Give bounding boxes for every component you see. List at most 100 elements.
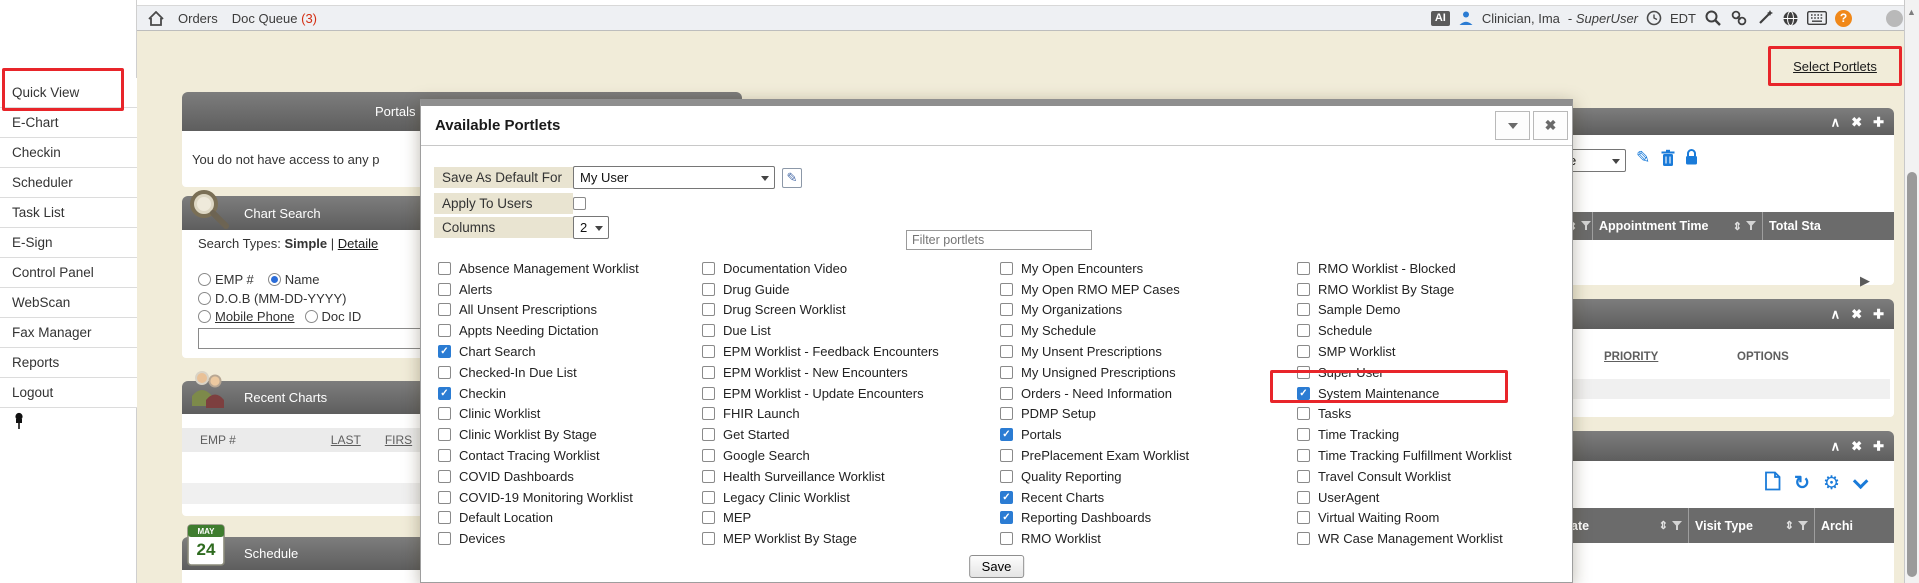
- checkbox-icon[interactable]: [1297, 324, 1310, 337]
- sort-icon[interactable]: ⇕: [1785, 519, 1794, 532]
- checkbox-icon[interactable]: [1000, 303, 1013, 316]
- sort-icon[interactable]: ⇕: [1733, 220, 1742, 233]
- checkbox-icon[interactable]: [438, 491, 451, 504]
- save-as-default-select[interactable]: My User: [573, 166, 775, 189]
- sidebar-item[interactable]: E-Chart: [0, 108, 137, 138]
- portlet-option[interactable]: All Unsent Prescriptions: [438, 300, 702, 321]
- refresh-icon[interactable]: ↻: [1794, 474, 1810, 493]
- portlet-option[interactable]: Quality Reporting: [1000, 466, 1297, 487]
- portlet-option[interactable]: Absence Management Worklist: [438, 258, 702, 279]
- checkbox-icon[interactable]: [702, 283, 715, 296]
- collapse-icon[interactable]: ∧: [1831, 308, 1841, 321]
- filter-icon[interactable]: [1581, 221, 1591, 231]
- portlet-option[interactable]: Orders - Need Information: [1000, 383, 1297, 404]
- sidebar-item[interactable]: Scheduler: [0, 168, 137, 198]
- checkbox-icon[interactable]: [1000, 366, 1013, 379]
- checkbox-icon[interactable]: ✓: [438, 345, 451, 358]
- portlet-option[interactable]: Default Location: [438, 508, 702, 529]
- col-last[interactable]: LAST: [331, 433, 361, 447]
- checkbox-icon[interactable]: ✓: [1000, 491, 1013, 504]
- sidebar-item[interactable]: E-Sign: [0, 228, 137, 258]
- portlet-option[interactable]: EPM Worklist - Feedback Encounters: [702, 341, 1000, 362]
- columns-select[interactable]: 2: [573, 216, 609, 239]
- portlet-option[interactable]: COVID Dashboards: [438, 466, 702, 487]
- portlet-option[interactable]: ✓ Portals: [1000, 424, 1297, 445]
- checkbox-icon[interactable]: [1000, 283, 1013, 296]
- breadcrumb-doc-queue[interactable]: Doc Queue (3): [232, 11, 317, 26]
- checkbox-icon[interactable]: [1297, 407, 1310, 420]
- vertical-scrollbar[interactable]: ▲: [1904, 0, 1919, 583]
- checkbox-icon[interactable]: [438, 303, 451, 316]
- portlet-option[interactable]: RMO Worklist By Stage: [1297, 279, 1577, 300]
- scroll-up-arrow-icon[interactable]: ▲: [1907, 7, 1916, 17]
- portlet-option[interactable]: Drug Guide: [702, 279, 1000, 300]
- globe-icon[interactable]: [1782, 10, 1799, 27]
- keyboard-icon[interactable]: [1807, 11, 1827, 25]
- portlet-option[interactable]: RMO Worklist: [1000, 528, 1297, 549]
- search-icon[interactable]: [1704, 9, 1722, 27]
- checkbox-icon[interactable]: [702, 324, 715, 337]
- portlet-option[interactable]: My Open RMO MEP Cases: [1000, 279, 1297, 300]
- checkbox-icon[interactable]: [702, 470, 715, 483]
- portlet-option[interactable]: Schedule: [1297, 320, 1577, 341]
- user-name[interactable]: Clinician, Ima: [1482, 11, 1560, 26]
- checkbox-icon[interactable]: [1297, 283, 1310, 296]
- portlet-option[interactable]: MEP: [702, 508, 1000, 529]
- checkbox-icon[interactable]: [702, 387, 715, 400]
- portlet-option[interactable]: My Organizations: [1000, 300, 1297, 321]
- portlet-option[interactable]: Health Surveillance Worklist: [702, 466, 1000, 487]
- gear-icon[interactable]: ⚙: [1823, 474, 1840, 493]
- checkbox-icon[interactable]: [1297, 303, 1310, 316]
- sidebar-item[interactable]: WebScan: [0, 288, 137, 318]
- search-type-simple[interactable]: Simple: [285, 236, 328, 251]
- portlet-option[interactable]: ✓ Checkin: [438, 383, 702, 404]
- checkbox-icon[interactable]: [438, 532, 451, 545]
- chevron-down-icon[interactable]: [1853, 474, 1869, 490]
- filter-icon[interactable]: [1672, 521, 1682, 531]
- col-first[interactable]: FIRS: [385, 433, 412, 447]
- clock-icon[interactable]: [1646, 10, 1662, 26]
- home-icon[interactable]: [148, 11, 164, 26]
- filter-portlets-input[interactable]: [906, 230, 1092, 250]
- appointments-panel-header[interactable]: ∧ ✖ ✚: [1556, 108, 1894, 135]
- checkbox-icon[interactable]: [1000, 449, 1013, 462]
- checkbox-icon[interactable]: ✓: [438, 387, 451, 400]
- visit-type-column[interactable]: Visit Type ⇕: [1688, 508, 1814, 543]
- portlet-option[interactable]: Devices: [438, 528, 702, 549]
- portlet-option[interactable]: WR Case Management Worklist: [1297, 528, 1577, 549]
- radio-name[interactable]: Name: [268, 272, 320, 287]
- portlet-option[interactable]: Google Search: [702, 445, 1000, 466]
- checkbox-icon[interactable]: ✓: [1000, 511, 1013, 524]
- portlet-option[interactable]: Documentation Video: [702, 258, 1000, 279]
- checkbox-icon[interactable]: [702, 491, 715, 504]
- checkbox-icon[interactable]: [702, 407, 715, 420]
- wand-icon[interactable]: [1756, 9, 1774, 27]
- portlet-option[interactable]: Time Tracking Fulfillment Worklist: [1297, 445, 1577, 466]
- portlet-option[interactable]: SMP Worklist: [1297, 341, 1577, 362]
- portlet-option[interactable]: MEP Worklist By Stage: [702, 528, 1000, 549]
- portlet-option[interactable]: Clinic Worklist: [438, 404, 702, 425]
- link-icon[interactable]: [1730, 9, 1748, 27]
- new-document-icon[interactable]: [1764, 471, 1781, 496]
- portlet-option[interactable]: Drug Screen Worklist: [702, 300, 1000, 321]
- checkbox-icon[interactable]: [438, 511, 451, 524]
- select-portlets-link[interactable]: Select Portlets: [1793, 59, 1877, 74]
- portlet-option[interactable]: My Open Encounters: [1000, 258, 1297, 279]
- move-icon[interactable]: ✚: [1873, 440, 1884, 453]
- trash-icon[interactable]: [1660, 149, 1676, 172]
- checkbox-icon[interactable]: [1000, 262, 1013, 275]
- checkbox-icon[interactable]: [438, 449, 451, 462]
- priority-column[interactable]: PRIORITY: [1604, 351, 1658, 363]
- radio-dob[interactable]: D.O.B (MM-DD-YYYY): [198, 291, 346, 306]
- portlet-option[interactable]: UserAgent: [1297, 487, 1577, 508]
- pin-icon[interactable]: [12, 412, 26, 435]
- radio-emp[interactable]: EMP #: [198, 272, 254, 287]
- checkbox-icon[interactable]: [702, 449, 715, 462]
- portlet-option[interactable]: My Unsent Prescriptions: [1000, 341, 1297, 362]
- portlet-option[interactable]: Time Tracking: [1297, 424, 1577, 445]
- portlet-option[interactable]: Travel Consult Worklist: [1297, 466, 1577, 487]
- checkbox-icon[interactable]: [1000, 470, 1013, 483]
- portlet-option[interactable]: My Unsigned Prescriptions: [1000, 362, 1297, 383]
- portlet-option[interactable]: PDMP Setup: [1000, 404, 1297, 425]
- checkbox-icon[interactable]: [1297, 511, 1310, 524]
